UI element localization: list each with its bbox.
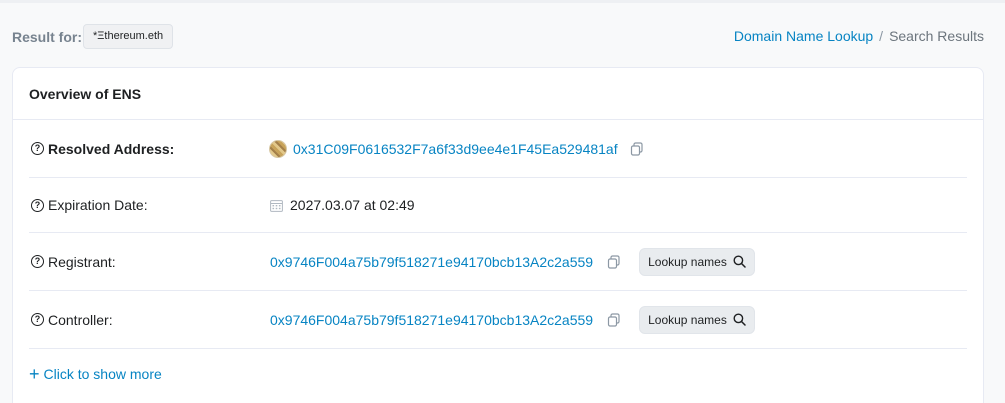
plus-icon: + <box>29 364 40 384</box>
copy-icon[interactable] <box>607 312 621 327</box>
controller-value: 0x9746F004a75b79f518271e94170bcb13A2c2a5… <box>270 291 755 348</box>
registrant-value: 0x9746F004a75b79f518271e94170bcb13A2c2a5… <box>270 233 755 290</box>
top-divider <box>0 0 1005 3</box>
expiration-date-value: 2027.03.07 at 02:49 <box>270 178 415 232</box>
show-more-link[interactable]: + Click to show more <box>29 364 162 384</box>
domain-chip: *Ξthereum.eth <box>83 24 174 49</box>
copy-icon[interactable] <box>607 254 621 269</box>
controller-label: ? Controller: <box>31 291 113 348</box>
avatar <box>269 139 287 158</box>
controller-row: ? Controller: 0x9746F004a75b79f518271e94… <box>29 291 967 349</box>
question-circle-icon[interactable]: ? <box>31 198 44 212</box>
registrant-label-text: Registrant: <box>48 253 116 270</box>
resolved-address-label: ? Resolved Address: <box>31 120 174 177</box>
breadcrumb-separator: / <box>879 28 884 44</box>
resolved-address-value: 0x31C09F0616532F7a6f33d9ee4e1F45Ea529481… <box>269 120 644 177</box>
expiration-date-label: ? Expiration Date: <box>31 178 148 232</box>
question-circle-icon[interactable]: ? <box>31 313 44 326</box>
registrant-address-link[interactable]: 0x9746F004a75b79f518271e94170bcb13A2c2a5… <box>270 254 593 270</box>
result-label: Result for: <box>12 29 82 45</box>
expiration-date-label-text: Expiration Date: <box>48 197 148 213</box>
resolved-address-label-text: Resolved Address: <box>48 140 175 157</box>
lookup-names-button[interactable]: Lookup names <box>639 247 755 276</box>
lookup-names-label: Lookup names <box>648 254 727 269</box>
question-circle-icon[interactable]: ? <box>31 255 44 268</box>
resolved-address-row: ? Resolved Address: 0x31C09F0616532F7a6f… <box>29 120 967 178</box>
registrant-label: ? Registrant: <box>31 233 116 290</box>
breadcrumb-link-domain-lookup[interactable]: Domain Name Lookup <box>734 28 873 44</box>
lookup-names-button[interactable]: Lookup names <box>639 305 755 334</box>
lookup-names-label: Lookup names <box>648 312 727 327</box>
expiration-date-row: ? Expiration Date: 2027.03.07 at 02:49 <box>29 178 967 233</box>
calendar-icon <box>270 199 283 212</box>
controller-address-link[interactable]: 0x9746F004a75b79f518271e94170bcb13A2c2a5… <box>270 312 593 328</box>
ens-overview-card: Overview of ENS ? Resolved Address: 0x31… <box>12 67 984 403</box>
result-bar: Result for: *Ξthereum.eth Domain Name Lo… <box>0 22 1005 50</box>
show-more-label: Click to show more <box>43 366 162 382</box>
card-title: Overview of ENS <box>13 68 983 120</box>
breadcrumb-current: Search Results <box>889 28 984 44</box>
breadcrumb: Domain Name Lookup / Search Results <box>734 28 984 44</box>
resolved-address-link[interactable]: 0x31C09F0616532F7a6f33d9ee4e1F45Ea529481… <box>293 141 618 157</box>
question-circle-icon[interactable]: ? <box>31 142 44 155</box>
search-icon <box>733 255 746 268</box>
search-icon <box>733 313 746 326</box>
registrant-row: ? Registrant: 0x9746F004a75b79f518271e94… <box>29 233 967 291</box>
expiration-date-text: 2027.03.07 at 02:49 <box>290 197 415 213</box>
controller-label-text: Controller: <box>48 311 113 328</box>
copy-icon[interactable] <box>630 141 644 156</box>
